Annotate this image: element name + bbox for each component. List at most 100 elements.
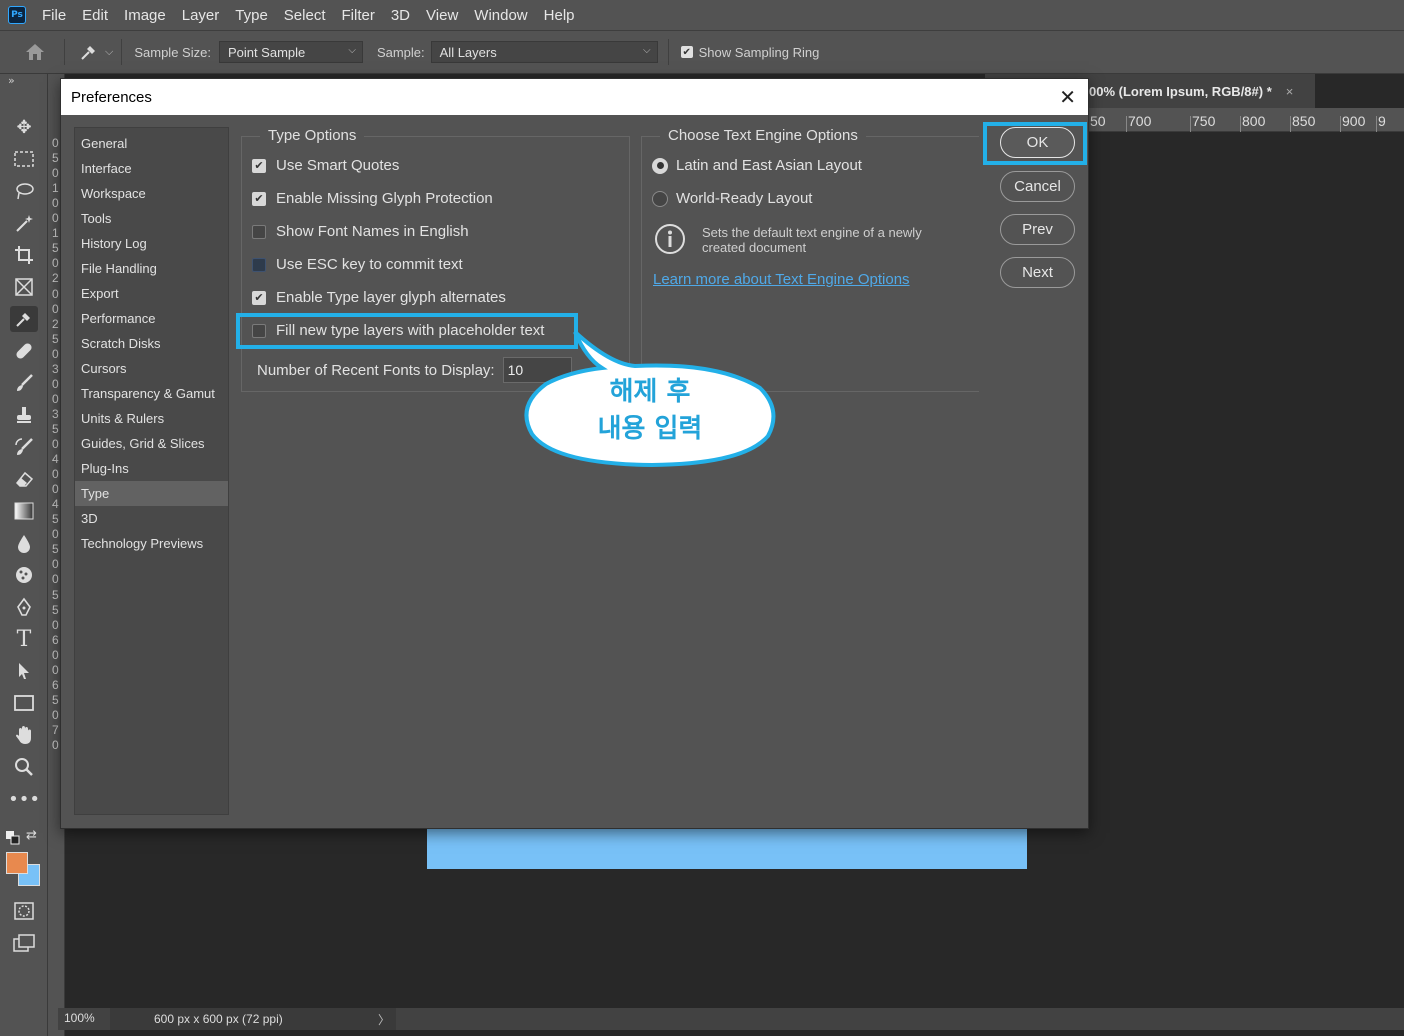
move-tool-icon[interactable]: ✥	[10, 114, 38, 140]
glyph-alternates-checkbox[interactable]: ✔	[252, 290, 266, 305]
tools-panel: » ✥ T ••• ⇄	[0, 74, 48, 1036]
missing-glyph-checkbox[interactable]: ✔	[252, 191, 266, 206]
ruler-digit: 5	[52, 421, 59, 436]
category-technology-previews[interactable]: Technology Previews	[75, 531, 228, 556]
option-latin-east-asian[interactable]: Latin and East Asian Layout	[652, 157, 862, 174]
prev-button[interactable]: Prev	[1000, 214, 1075, 245]
type-tool-icon[interactable]: T	[10, 626, 38, 652]
cancel-button[interactable]: Cancel	[1000, 171, 1075, 202]
smart-quotes-checkbox[interactable]: ✔	[252, 158, 266, 173]
ruler-digit: 0	[52, 707, 59, 722]
eyedropper-icon[interactable]	[79, 42, 99, 62]
home-icon[interactable]	[24, 41, 46, 63]
ruler-digit: 5	[52, 542, 59, 557]
rectangle-tool-icon[interactable]	[10, 690, 38, 716]
category-interface[interactable]: Interface	[75, 156, 228, 181]
category-performance[interactable]: Performance	[75, 306, 228, 331]
pen-tool-icon[interactable]	[10, 594, 38, 620]
option-world-ready[interactable]: World-Ready Layout	[652, 190, 812, 207]
esc-commit-checkbox[interactable]	[252, 257, 266, 272]
latin-east-asian-radio[interactable]	[652, 157, 668, 174]
menu-type[interactable]: Type	[227, 7, 276, 24]
menu-select[interactable]: Select	[276, 7, 334, 24]
sample-select[interactable]: All Layers ⌵	[430, 41, 658, 63]
option-font-names-english[interactable]: Show Font Names in English	[252, 223, 469, 240]
magic-wand-tool-icon[interactable]	[10, 210, 38, 236]
chevron-down-icon[interactable]: ⌵	[105, 46, 113, 59]
info-icon	[654, 223, 686, 259]
option-esc-commit[interactable]: Use ESC key to commit text	[252, 256, 463, 273]
menu-edit[interactable]: Edit	[74, 7, 116, 24]
category-transparency-gamut[interactable]: Transparency & Gamut	[75, 381, 228, 406]
menu-window[interactable]: Window	[466, 7, 535, 24]
quick-mask-icon[interactable]	[10, 898, 38, 924]
ruler-digit: 2	[52, 316, 59, 331]
menu-layer[interactable]: Layer	[174, 7, 228, 24]
document-info[interactable]: 600 px x 600 px (72 ppi) 〉	[110, 1008, 396, 1030]
ruler-digit: 0	[52, 572, 59, 587]
sample-size-select[interactable]: Point Sample ⌵	[218, 41, 363, 63]
category-guides-grid-slices[interactable]: Guides, Grid & Slices	[75, 431, 228, 456]
healing-brush-tool-icon[interactable]	[10, 338, 38, 364]
brush-tool-icon[interactable]	[10, 370, 38, 396]
path-selection-tool-icon[interactable]	[10, 658, 38, 684]
option-smart-quotes[interactable]: ✔ Use Smart Quotes	[252, 157, 399, 174]
panel-collapse-icon[interactable]: »	[8, 74, 15, 87]
zoom-level[interactable]: 100%	[64, 1011, 95, 1025]
history-brush-tool-icon[interactable]	[10, 434, 38, 460]
more-tools-icon[interactable]: •••	[8, 786, 40, 812]
next-button[interactable]: Next	[1000, 257, 1075, 288]
font-names-english-checkbox[interactable]	[252, 224, 266, 239]
menu-image[interactable]: Image	[116, 7, 174, 24]
swap-colors-icon[interactable]: ⇄	[26, 828, 37, 843]
hand-tool-icon[interactable]	[10, 722, 38, 748]
category-scratch-disks[interactable]: Scratch Disks	[75, 331, 228, 356]
sponge-tool-icon[interactable]	[10, 562, 38, 588]
gradient-tool-icon[interactable]	[10, 498, 38, 524]
close-icon[interactable]: ✕	[1059, 85, 1076, 109]
ruler-label: 750	[1192, 113, 1216, 129]
category-general[interactable]: General	[75, 131, 228, 156]
category-plug-ins[interactable]: Plug-Ins	[75, 456, 228, 481]
screen-mode-icon[interactable]	[10, 930, 38, 956]
learn-more-link[interactable]: Learn more about Text Engine Options	[653, 271, 910, 288]
marquee-tool-icon[interactable]	[10, 146, 38, 172]
category-tools[interactable]: Tools	[75, 206, 228, 231]
close-icon[interactable]: ×	[1286, 84, 1294, 99]
option-missing-glyph[interactable]: ✔ Enable Missing Glyph Protection	[252, 190, 493, 207]
category-3d[interactable]: 3D	[75, 506, 228, 531]
lasso-tool-icon[interactable]	[10, 178, 38, 204]
ruler-digit: 0	[52, 136, 59, 150]
menu-view[interactable]: View	[418, 7, 466, 24]
category-workspace[interactable]: Workspace	[75, 181, 228, 206]
world-ready-radio[interactable]	[652, 190, 668, 207]
sample-size-value: Point Sample	[227, 44, 306, 60]
category-file-handling[interactable]: File Handling	[75, 256, 228, 281]
ruler-digit: 5	[52, 241, 59, 256]
blur-tool-icon[interactable]	[10, 530, 38, 556]
show-sampling-ring-checkbox[interactable]: ✔	[680, 46, 693, 58]
category-cursors[interactable]: Cursors	[75, 356, 228, 381]
menu-file[interactable]: File	[34, 7, 74, 24]
sample-label: Sample:	[376, 44, 425, 60]
menu-filter[interactable]: Filter	[334, 7, 383, 24]
menu-help[interactable]: Help	[536, 7, 583, 24]
ruler-digit: 0	[52, 391, 59, 406]
crop-tool-icon[interactable]	[10, 242, 38, 268]
eyedropper-tool-icon[interactable]	[10, 306, 38, 332]
option-glyph-alternates[interactable]: ✔ Enable Type layer glyph alternates	[252, 289, 506, 306]
category-history-log[interactable]: History Log	[75, 231, 228, 256]
canvas-document[interactable]	[427, 828, 1027, 869]
frame-tool-icon[interactable]	[10, 274, 38, 300]
clone-stamp-tool-icon[interactable]	[10, 402, 38, 428]
category-export[interactable]: Export	[75, 281, 228, 306]
ok-button-highlight	[983, 122, 1087, 165]
eraser-tool-icon[interactable]	[10, 466, 38, 492]
category-units-rulers[interactable]: Units & Rulers	[75, 406, 228, 431]
menu-3d[interactable]: 3D	[383, 7, 418, 24]
chevron-right-icon[interactable]: 〉	[378, 1011, 390, 1028]
category-type[interactable]: Type	[75, 481, 228, 506]
zoom-tool-icon[interactable]	[10, 754, 38, 780]
foreground-color-swatch[interactable]	[6, 852, 28, 874]
default-colors-icon[interactable]	[6, 830, 20, 849]
